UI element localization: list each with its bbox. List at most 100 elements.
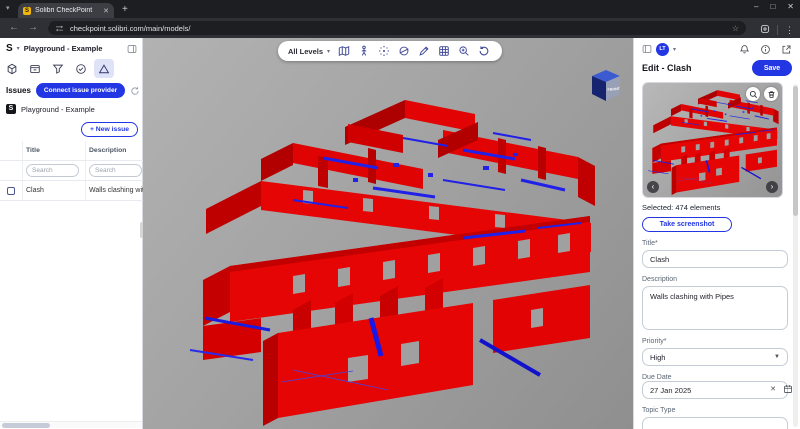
- edit-issue-panel: LT ▾ Edit - Clash Save: [633, 38, 800, 429]
- tab-title: Solibri CheckPoint: [35, 7, 99, 14]
- window-close-button[interactable]: ✕: [787, 2, 794, 11]
- browser-tab[interactable]: S Solibri CheckPoint ✕: [18, 3, 114, 18]
- zoom-thumbnail-icon[interactable]: [746, 87, 760, 101]
- model-cube-icon[interactable]: [2, 59, 22, 78]
- chevron-down-icon[interactable]: ▾: [673, 46, 676, 53]
- take-screenshot-button[interactable]: Take screenshot: [642, 217, 732, 232]
- description-search-input[interactable]: [89, 164, 142, 177]
- issues-sidebar: S ▾ Playground - Example: [0, 38, 143, 429]
- new-tab-button[interactable]: +: [122, 5, 128, 15]
- map-icon[interactable]: [338, 45, 350, 57]
- view-cube[interactable]: FRONT: [589, 68, 623, 104]
- table-row[interactable]: Clash Walls clashing with Pipes: [0, 181, 143, 201]
- due-date-label: Due Date: [642, 374, 792, 381]
- grid-cube-icon[interactable]: [438, 45, 450, 57]
- title-search-input[interactable]: [26, 164, 79, 177]
- issues-triangle-icon[interactable]: [94, 59, 114, 78]
- new-issue-button[interactable]: + New issue: [81, 122, 138, 137]
- solibri-favicon-icon: S: [23, 7, 31, 15]
- clear-date-icon[interactable]: ✕: [770, 386, 776, 393]
- issues-header: Issues Connect issue provider: [0, 82, 143, 99]
- browser-menu-icon[interactable]: ⋮: [785, 25, 794, 36]
- back-button[interactable]: ←: [9, 23, 19, 33]
- delete-thumbnail-icon[interactable]: [764, 87, 778, 101]
- info-icon[interactable]: [760, 44, 771, 55]
- chevron-down-icon[interactable]: ▾: [17, 45, 20, 52]
- panel-header: LT ▾: [642, 41, 792, 57]
- solibri-app: S ▾ Playground - Example: [0, 38, 800, 429]
- solibri-logo[interactable]: S: [6, 43, 13, 54]
- scrollbar-thumb[interactable]: [793, 86, 798, 216]
- title-field[interactable]: [642, 250, 788, 268]
- topic-type-select[interactable]: [642, 417, 788, 429]
- row-checkbox[interactable]: [7, 187, 15, 195]
- forward-button[interactable]: →: [28, 23, 38, 33]
- project-row[interactable]: S Playground - Example: [0, 102, 143, 116]
- next-screenshot-button[interactable]: ›: [766, 181, 778, 193]
- notifications-bell-icon[interactable]: [739, 44, 750, 55]
- select-caret-icon: ▼: [774, 354, 780, 360]
- description-field[interactable]: Walls clashing with Pipes: [642, 286, 788, 330]
- issues-label: Issues: [6, 86, 31, 95]
- user-avatar[interactable]: LT: [656, 43, 669, 56]
- workspace-header: S ▾ Playground - Example: [0, 41, 143, 56]
- site-settings-icon[interactable]: [55, 24, 64, 33]
- bookmark-star-icon[interactable]: ☆: [732, 24, 739, 33]
- priority-select[interactable]: High ▼: [642, 348, 788, 366]
- topic-type-label: Topic Type: [642, 407, 792, 414]
- components-box-icon[interactable]: [25, 59, 45, 78]
- model-viewport[interactable]: All Levels ▾: [143, 38, 633, 429]
- tab-close-icon[interactable]: ✕: [103, 7, 109, 15]
- address-bar[interactable]: checkpoint.solibri.com/main/models/ ☆: [48, 21, 746, 35]
- vertical-scrollbar[interactable]: [793, 84, 798, 427]
- levels-dropdown-value: All Levels: [288, 47, 323, 56]
- browsing-mode-icon[interactable]: [760, 21, 770, 39]
- filter-icon[interactable]: [48, 59, 68, 78]
- selected-elements-text: Selected: 474 elements: [642, 203, 792, 212]
- refresh-icon[interactable]: [130, 86, 140, 96]
- window-minimize-button[interactable]: –: [754, 2, 758, 11]
- tab-search-chevron-icon[interactable]: ▾: [6, 4, 10, 12]
- table-filter-row: [0, 161, 143, 181]
- issue-screenshot-thumbnail[interactable]: ‹ ›: [642, 82, 783, 198]
- window-maximize-button[interactable]: □: [770, 2, 775, 11]
- clip-plane-icon[interactable]: [398, 45, 410, 57]
- window-controls: – □ ✕: [754, 2, 794, 11]
- zoom-in-icon[interactable]: [458, 45, 470, 57]
- horizontal-scrollbar[interactable]: [0, 421, 142, 428]
- browser-actions: ⋮: [760, 21, 794, 39]
- column-header-description[interactable]: Description: [85, 141, 143, 160]
- scrollbar-thumb[interactable]: [2, 423, 50, 428]
- browser-window: ▾ S Solibri CheckPoint ✕ + – □ ✕ ← → che…: [0, 0, 800, 429]
- collapse-panel-icon[interactable]: [127, 44, 137, 54]
- issues-table: Title Description Clash Walls clashing w…: [0, 141, 143, 201]
- description-label: Description: [642, 276, 792, 283]
- thumbnail-model-image: [643, 83, 783, 198]
- calendar-icon[interactable]: [783, 384, 793, 394]
- priority-label: Priority*: [642, 338, 792, 345]
- connect-issue-provider-button[interactable]: Connect issue provider: [36, 83, 125, 98]
- bim-model-3d[interactable]: [143, 38, 633, 429]
- sidebar-toolbar: [2, 59, 114, 79]
- measure-pencil-icon[interactable]: [418, 45, 430, 57]
- save-button[interactable]: Save: [752, 60, 792, 76]
- due-date-field[interactable]: [642, 381, 788, 399]
- browser-toolbar: ← → checkpoint.solibri.com/main/models/ …: [0, 18, 800, 38]
- due-date-group: ✕: [634, 381, 800, 399]
- column-header-title[interactable]: Title: [22, 141, 85, 160]
- levels-dropdown[interactable]: All Levels ▾: [288, 47, 330, 56]
- url-text: checkpoint.solibri.com/main/models/: [70, 24, 732, 33]
- focus-icon[interactable]: [378, 45, 390, 57]
- edit-titlebar: Edit - Clash Save: [642, 60, 792, 76]
- panel-title: Edit - Clash: [642, 63, 752, 73]
- previous-screenshot-button[interactable]: ‹: [647, 181, 659, 193]
- collapse-panel-icon[interactable]: [642, 44, 652, 54]
- title-label: Title*: [642, 240, 792, 247]
- reset-view-icon[interactable]: [478, 45, 490, 57]
- chevron-down-icon: ▾: [327, 48, 330, 55]
- walk-mode-icon[interactable]: [358, 45, 370, 57]
- checking-icon[interactable]: [71, 59, 91, 78]
- browser-tabstrip: ▾ S Solibri CheckPoint ✕ + – □ ✕: [0, 0, 800, 18]
- workspace-title: Playground - Example: [24, 44, 123, 53]
- open-external-icon[interactable]: [781, 44, 792, 55]
